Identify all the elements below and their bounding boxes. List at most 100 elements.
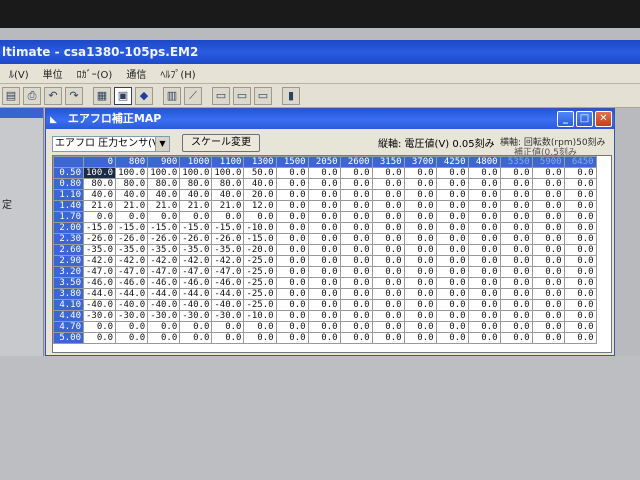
map-cell[interactable]: 0.0 — [499, 255, 533, 267]
map-cell[interactable]: -42.0 — [82, 255, 117, 267]
map-cell[interactable]: 0.0 — [435, 299, 469, 311]
map-cell[interactable]: -46.0 — [82, 277, 117, 289]
map-cell[interactable]: -46.0 — [115, 277, 149, 289]
map-cell[interactable]: 0.0 — [275, 233, 309, 245]
map-cell[interactable]: -15.0 — [243, 233, 277, 245]
chevron-down-icon[interactable]: ▼ — [155, 137, 169, 151]
map-cell[interactable]: 0.0 — [179, 321, 213, 333]
map-cell[interactable]: 21.0 — [211, 200, 245, 212]
map-cell[interactable]: 0.0 — [499, 200, 533, 212]
map-cell[interactable]: 0.0 — [339, 233, 373, 245]
map-cell[interactable]: 0.0 — [275, 266, 309, 278]
map-cell[interactable]: 0.0 — [531, 178, 565, 190]
map-cell[interactable]: 0.0 — [563, 211, 597, 223]
map-cell[interactable]: 40.0 — [147, 189, 181, 201]
map-cell[interactable]: 0.0 — [467, 277, 501, 289]
map-cell[interactable]: 0.0 — [435, 310, 469, 322]
map-cell[interactable]: 0.0 — [563, 255, 597, 267]
map-cell[interactable]: 0.0 — [307, 321, 341, 333]
map-cell[interactable]: -35.0 — [179, 244, 213, 256]
module-icon[interactable]: ▭ — [254, 86, 272, 105]
map-cell[interactable]: 0.0 — [179, 211, 213, 223]
map-cell[interactable]: -30.0 — [147, 310, 181, 322]
close-button[interactable]: ✕ — [595, 111, 612, 127]
map-cell[interactable]: 20.0 — [243, 189, 277, 201]
map-cell[interactable]: 0.0 — [307, 211, 341, 223]
map-cell[interactable]: -25.0 — [243, 299, 277, 311]
map-cell[interactable]: 0.0 — [339, 178, 373, 190]
map-cell[interactable]: 0.0 — [211, 332, 245, 344]
map-cell[interactable]: 0.0 — [499, 233, 533, 245]
map-cell[interactable]: 0.0 — [339, 244, 373, 256]
map-cell[interactable]: 0.0 — [531, 200, 565, 212]
map-cell[interactable]: 0.0 — [531, 266, 565, 278]
map-cell[interactable]: -47.0 — [147, 266, 181, 278]
map-cell[interactable]: 0.0 — [179, 332, 213, 344]
map-cell[interactable]: 0.0 — [339, 167, 373, 179]
map-cell[interactable]: -15.0 — [115, 222, 149, 234]
map-cell[interactable]: 0.0 — [307, 255, 341, 267]
map-cell[interactable]: -30.0 — [211, 310, 245, 322]
map-cell[interactable]: 0.0 — [82, 211, 117, 223]
map-cell[interactable]: 0.0 — [531, 310, 565, 322]
map-cell[interactable]: 0.0 — [275, 244, 309, 256]
map-cell[interactable]: -42.0 — [147, 255, 181, 267]
map-cell[interactable]: -47.0 — [179, 266, 213, 278]
map-cell[interactable]: 0.0 — [371, 167, 405, 179]
map-select-dropdown[interactable]: エアフロ 圧力センサ(V) ▼ — [52, 136, 170, 152]
map-cell[interactable]: 0.0 — [371, 310, 405, 322]
map-cell[interactable]: 0.0 — [467, 167, 501, 179]
map-cell[interactable]: 0.0 — [339, 321, 373, 333]
map-cell[interactable]: 0.0 — [499, 244, 533, 256]
map-cell[interactable]: 100.0 — [82, 167, 117, 179]
map-cell[interactable]: 0.0 — [371, 244, 405, 256]
map-cell[interactable]: 0.0 — [467, 244, 501, 256]
map-cell[interactable]: -30.0 — [82, 310, 117, 322]
map-cell[interactable]: 0.0 — [147, 332, 181, 344]
redo-icon[interactable]: ↷ — [65, 86, 83, 105]
map-cell[interactable]: 0.0 — [403, 189, 437, 201]
logger-icon[interactable]: ▮ — [282, 86, 300, 105]
map-cell[interactable]: -10.0 — [243, 222, 277, 234]
map-cell[interactable]: -35.0 — [211, 244, 245, 256]
map-cell[interactable]: 0.0 — [435, 211, 469, 223]
map-cell[interactable]: -15.0 — [179, 222, 213, 234]
map-cell[interactable]: 0.0 — [435, 178, 469, 190]
map-cell[interactable]: 0.0 — [531, 277, 565, 289]
map-cell[interactable]: 0.0 — [499, 310, 533, 322]
map-cell[interactable]: 0.0 — [371, 288, 405, 300]
map-cell[interactable]: 0.0 — [307, 277, 341, 289]
map-cell[interactable]: 100.0 — [179, 167, 213, 179]
map-cell[interactable]: 0.0 — [371, 222, 405, 234]
minimize-button[interactable]: _ — [557, 111, 574, 127]
map-cell[interactable]: 100.0 — [147, 167, 181, 179]
map-cell[interactable]: 0.0 — [435, 167, 469, 179]
map-cell[interactable]: 0.0 — [435, 244, 469, 256]
map-cell[interactable]: 0.0 — [563, 189, 597, 201]
map-cell[interactable]: -15.0 — [82, 222, 117, 234]
map-cell[interactable]: 0.0 — [307, 200, 341, 212]
map-cell[interactable]: 21.0 — [147, 200, 181, 212]
map-cell[interactable]: 0.0 — [115, 211, 149, 223]
map-cell[interactable]: 0.0 — [467, 310, 501, 322]
map-cell[interactable]: 0.0 — [467, 200, 501, 212]
map-cell[interactable]: 0.0 — [499, 211, 533, 223]
map-cell[interactable]: 0.0 — [467, 266, 501, 278]
map-cell[interactable]: 0.0 — [435, 233, 469, 245]
module-icon[interactable]: ▭ — [212, 86, 230, 105]
map-cell[interactable]: 0.0 — [563, 178, 597, 190]
map-cell[interactable]: -26.0 — [147, 233, 181, 245]
map-cell[interactable]: 0.0 — [403, 299, 437, 311]
map-cell[interactable]: 0.0 — [563, 222, 597, 234]
map-cell[interactable]: -30.0 — [179, 310, 213, 322]
maximize-button[interactable]: □ — [576, 111, 593, 127]
map-cell[interactable]: 0.0 — [435, 222, 469, 234]
map-cell[interactable]: 0.0 — [339, 200, 373, 212]
map-cell[interactable]: 0.0 — [307, 233, 341, 245]
map-cell[interactable]: 0.0 — [115, 321, 149, 333]
map-cell[interactable]: -25.0 — [243, 266, 277, 278]
map-cell[interactable]: -44.0 — [147, 288, 181, 300]
map-cell[interactable]: 0.0 — [371, 255, 405, 267]
map-cell[interactable]: -46.0 — [179, 277, 213, 289]
map-cell[interactable]: 0.0 — [467, 189, 501, 201]
